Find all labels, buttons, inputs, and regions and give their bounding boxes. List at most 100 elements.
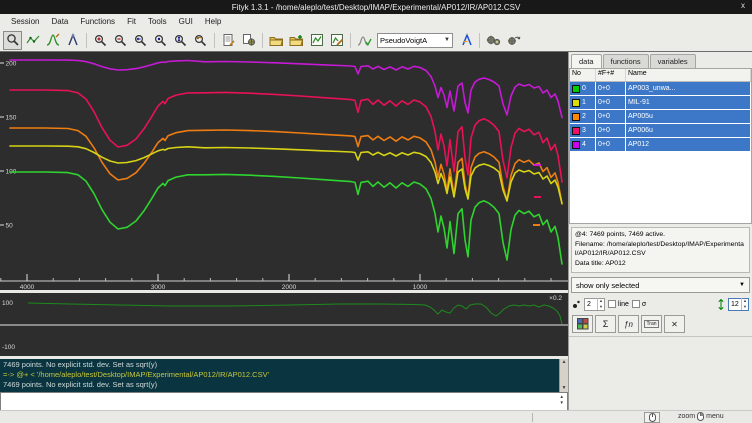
sum-button[interactable]: Σ bbox=[595, 315, 616, 333]
show-filter-dropdown[interactable]: show only selected ▼ bbox=[571, 277, 750, 293]
chart-frame-icon bbox=[310, 33, 324, 47]
menu-fit[interactable]: Fit bbox=[121, 16, 142, 27]
tab-functions[interactable]: functions bbox=[603, 54, 649, 68]
sidebar-filler bbox=[569, 337, 752, 410]
header-name: Name bbox=[626, 69, 751, 81]
edit-data-button[interactable] bbox=[307, 31, 326, 50]
function-glyph: ƒn bbox=[624, 320, 633, 329]
menu-tools[interactable]: Tools bbox=[142, 16, 173, 27]
scroll-up-icon[interactable]: ▲ bbox=[562, 359, 567, 366]
svg-text:-100: -100 bbox=[2, 344, 15, 351]
colors-button[interactable] bbox=[572, 315, 593, 333]
load-data-button[interactable] bbox=[267, 31, 286, 50]
dataset-color-swatch[interactable] bbox=[572, 85, 580, 93]
close-button[interactable]: x bbox=[741, 1, 745, 10]
edit-transform-button[interactable] bbox=[327, 31, 346, 50]
main-plot[interactable]: 400030002000100020015010050 bbox=[0, 52, 568, 290]
zoom-in-icon bbox=[94, 34, 107, 47]
table-row[interactable]: 10+0MIL-91 bbox=[570, 96, 751, 110]
table-row[interactable]: 30+0AP006u bbox=[570, 124, 751, 138]
toolbar-separator bbox=[479, 33, 480, 48]
table-row[interactable]: 40+0AP012 bbox=[570, 138, 751, 152]
dataset-ff: 0+0 bbox=[596, 110, 626, 123]
zoom-vertical-button[interactable] bbox=[171, 31, 190, 50]
scroll-down-icon[interactable]: ▼ bbox=[562, 385, 567, 392]
console-scrollbar[interactable]: ▲ ▼ bbox=[559, 359, 568, 392]
line-checkbox[interactable] bbox=[608, 300, 616, 308]
magnifier-icon bbox=[6, 33, 20, 47]
auxiliary-plot[interactable]: 100-100 ×0.2 bbox=[0, 293, 568, 356]
open-folder-plus-icon bbox=[289, 34, 304, 47]
chevron-down-icon: ▼ bbox=[739, 282, 745, 288]
menu-help[interactable]: Help bbox=[199, 16, 227, 27]
lambda-icon bbox=[459, 33, 473, 47]
execute-script-button[interactable] bbox=[239, 31, 258, 50]
auto-add-button[interactable] bbox=[355, 31, 374, 50]
dataset-name: MIL-91 bbox=[626, 96, 751, 109]
data-range-mode-button[interactable] bbox=[23, 31, 42, 50]
output-console[interactable]: 7469 points. No explicit std. dev. Set a… bbox=[0, 359, 568, 392]
function-type-dropdown[interactable]: PseudoVoigtA ▼ bbox=[377, 33, 453, 48]
zoom-left-button[interactable] bbox=[131, 31, 150, 50]
point-size-spinner[interactable]: 2 ▲▼ bbox=[584, 298, 605, 311]
dataset-name: AP003_unwa... bbox=[626, 82, 751, 95]
sigma-checkbox[interactable] bbox=[632, 300, 640, 308]
functions-button[interactable]: ƒn bbox=[618, 315, 639, 333]
color-grid-icon bbox=[577, 318, 589, 330]
dataset-color-swatch[interactable] bbox=[572, 141, 580, 149]
y-scale-spinner[interactable]: 12 ▲▼ bbox=[728, 298, 749, 311]
svg-text:1000: 1000 bbox=[413, 284, 428, 290]
table-header: No #F+# Name bbox=[570, 69, 751, 82]
gear-page-icon bbox=[242, 33, 256, 47]
dataset-color-swatch[interactable] bbox=[572, 127, 580, 135]
zoom-all-button[interactable] bbox=[151, 31, 170, 50]
tab-variables[interactable]: variables bbox=[650, 54, 696, 68]
zoom-previous-button[interactable] bbox=[191, 31, 210, 50]
line-label: line bbox=[618, 301, 629, 308]
svg-text:2000: 2000 bbox=[282, 284, 297, 290]
menu-session[interactable]: Session bbox=[5, 16, 45, 27]
dataset-color-swatch[interactable] bbox=[572, 99, 580, 107]
activate-data-mode-button[interactable] bbox=[63, 31, 82, 50]
sigma-glyph: Σ bbox=[603, 319, 609, 329]
menu-hint-label: menu bbox=[706, 413, 724, 420]
menu-functions[interactable]: Functions bbox=[74, 16, 121, 27]
add-peak-mode-button[interactable] bbox=[43, 31, 62, 50]
gears-icon bbox=[486, 34, 501, 47]
run-fit-button[interactable] bbox=[484, 31, 503, 50]
continue-fit-button[interactable] bbox=[504, 31, 523, 50]
peak-icon bbox=[46, 33, 60, 47]
table-row[interactable]: 20+0AP005u bbox=[570, 110, 751, 124]
mouse-hints-button[interactable] bbox=[644, 412, 660, 423]
transform-button[interactable]: Tran bbox=[641, 315, 662, 333]
spectrum-MIL-91 bbox=[10, 146, 562, 204]
spectrum-AP006u bbox=[10, 90, 562, 182]
svg-text:50: 50 bbox=[6, 222, 14, 229]
table-row[interactable]: 00+0AP003_unwa... bbox=[570, 82, 751, 96]
delete-button[interactable]: ✕ bbox=[664, 315, 685, 333]
dataset-info: @4: 7469 points, 7469 active.Filename: /… bbox=[571, 227, 750, 273]
zoom-mode-button[interactable] bbox=[3, 31, 22, 50]
zoom-out-button[interactable] bbox=[111, 31, 130, 50]
table-rows: 00+0AP003_unwa...10+0MIL-9120+0AP005u30+… bbox=[570, 82, 751, 152]
dataset-color-swatch[interactable] bbox=[572, 113, 580, 121]
main-content: 400030002000100020015010050 100-100 ×0.2… bbox=[0, 52, 752, 410]
line-checkbox-label: line bbox=[608, 300, 629, 308]
toolbar-separator bbox=[350, 33, 351, 48]
svg-text:100: 100 bbox=[2, 300, 13, 307]
point-size-icon bbox=[572, 299, 581, 309]
edit-script-button[interactable] bbox=[219, 31, 238, 50]
zoom-in-button[interactable] bbox=[91, 31, 110, 50]
load-data-append-button[interactable] bbox=[287, 31, 306, 50]
menu-data[interactable]: Data bbox=[45, 16, 74, 27]
console-line-info: 7469 points. No explicit std. dev. Set a… bbox=[3, 380, 565, 390]
sidebar: datafunctionsvariables No #F+# Name 00+0… bbox=[568, 52, 752, 410]
spectra-canvas: 400030002000100020015010050 bbox=[0, 52, 568, 290]
tab-data[interactable]: data bbox=[571, 54, 602, 68]
menu-gui[interactable]: GUI bbox=[173, 16, 199, 27]
dataset-ff: 0+0 bbox=[596, 138, 626, 151]
input-history-spinner[interactable]: ▲▼ bbox=[560, 394, 564, 407]
dataset-ff: 0+0 bbox=[596, 96, 626, 109]
dataset-no: 2 bbox=[582, 113, 586, 120]
add-function-button[interactable] bbox=[456, 31, 475, 50]
